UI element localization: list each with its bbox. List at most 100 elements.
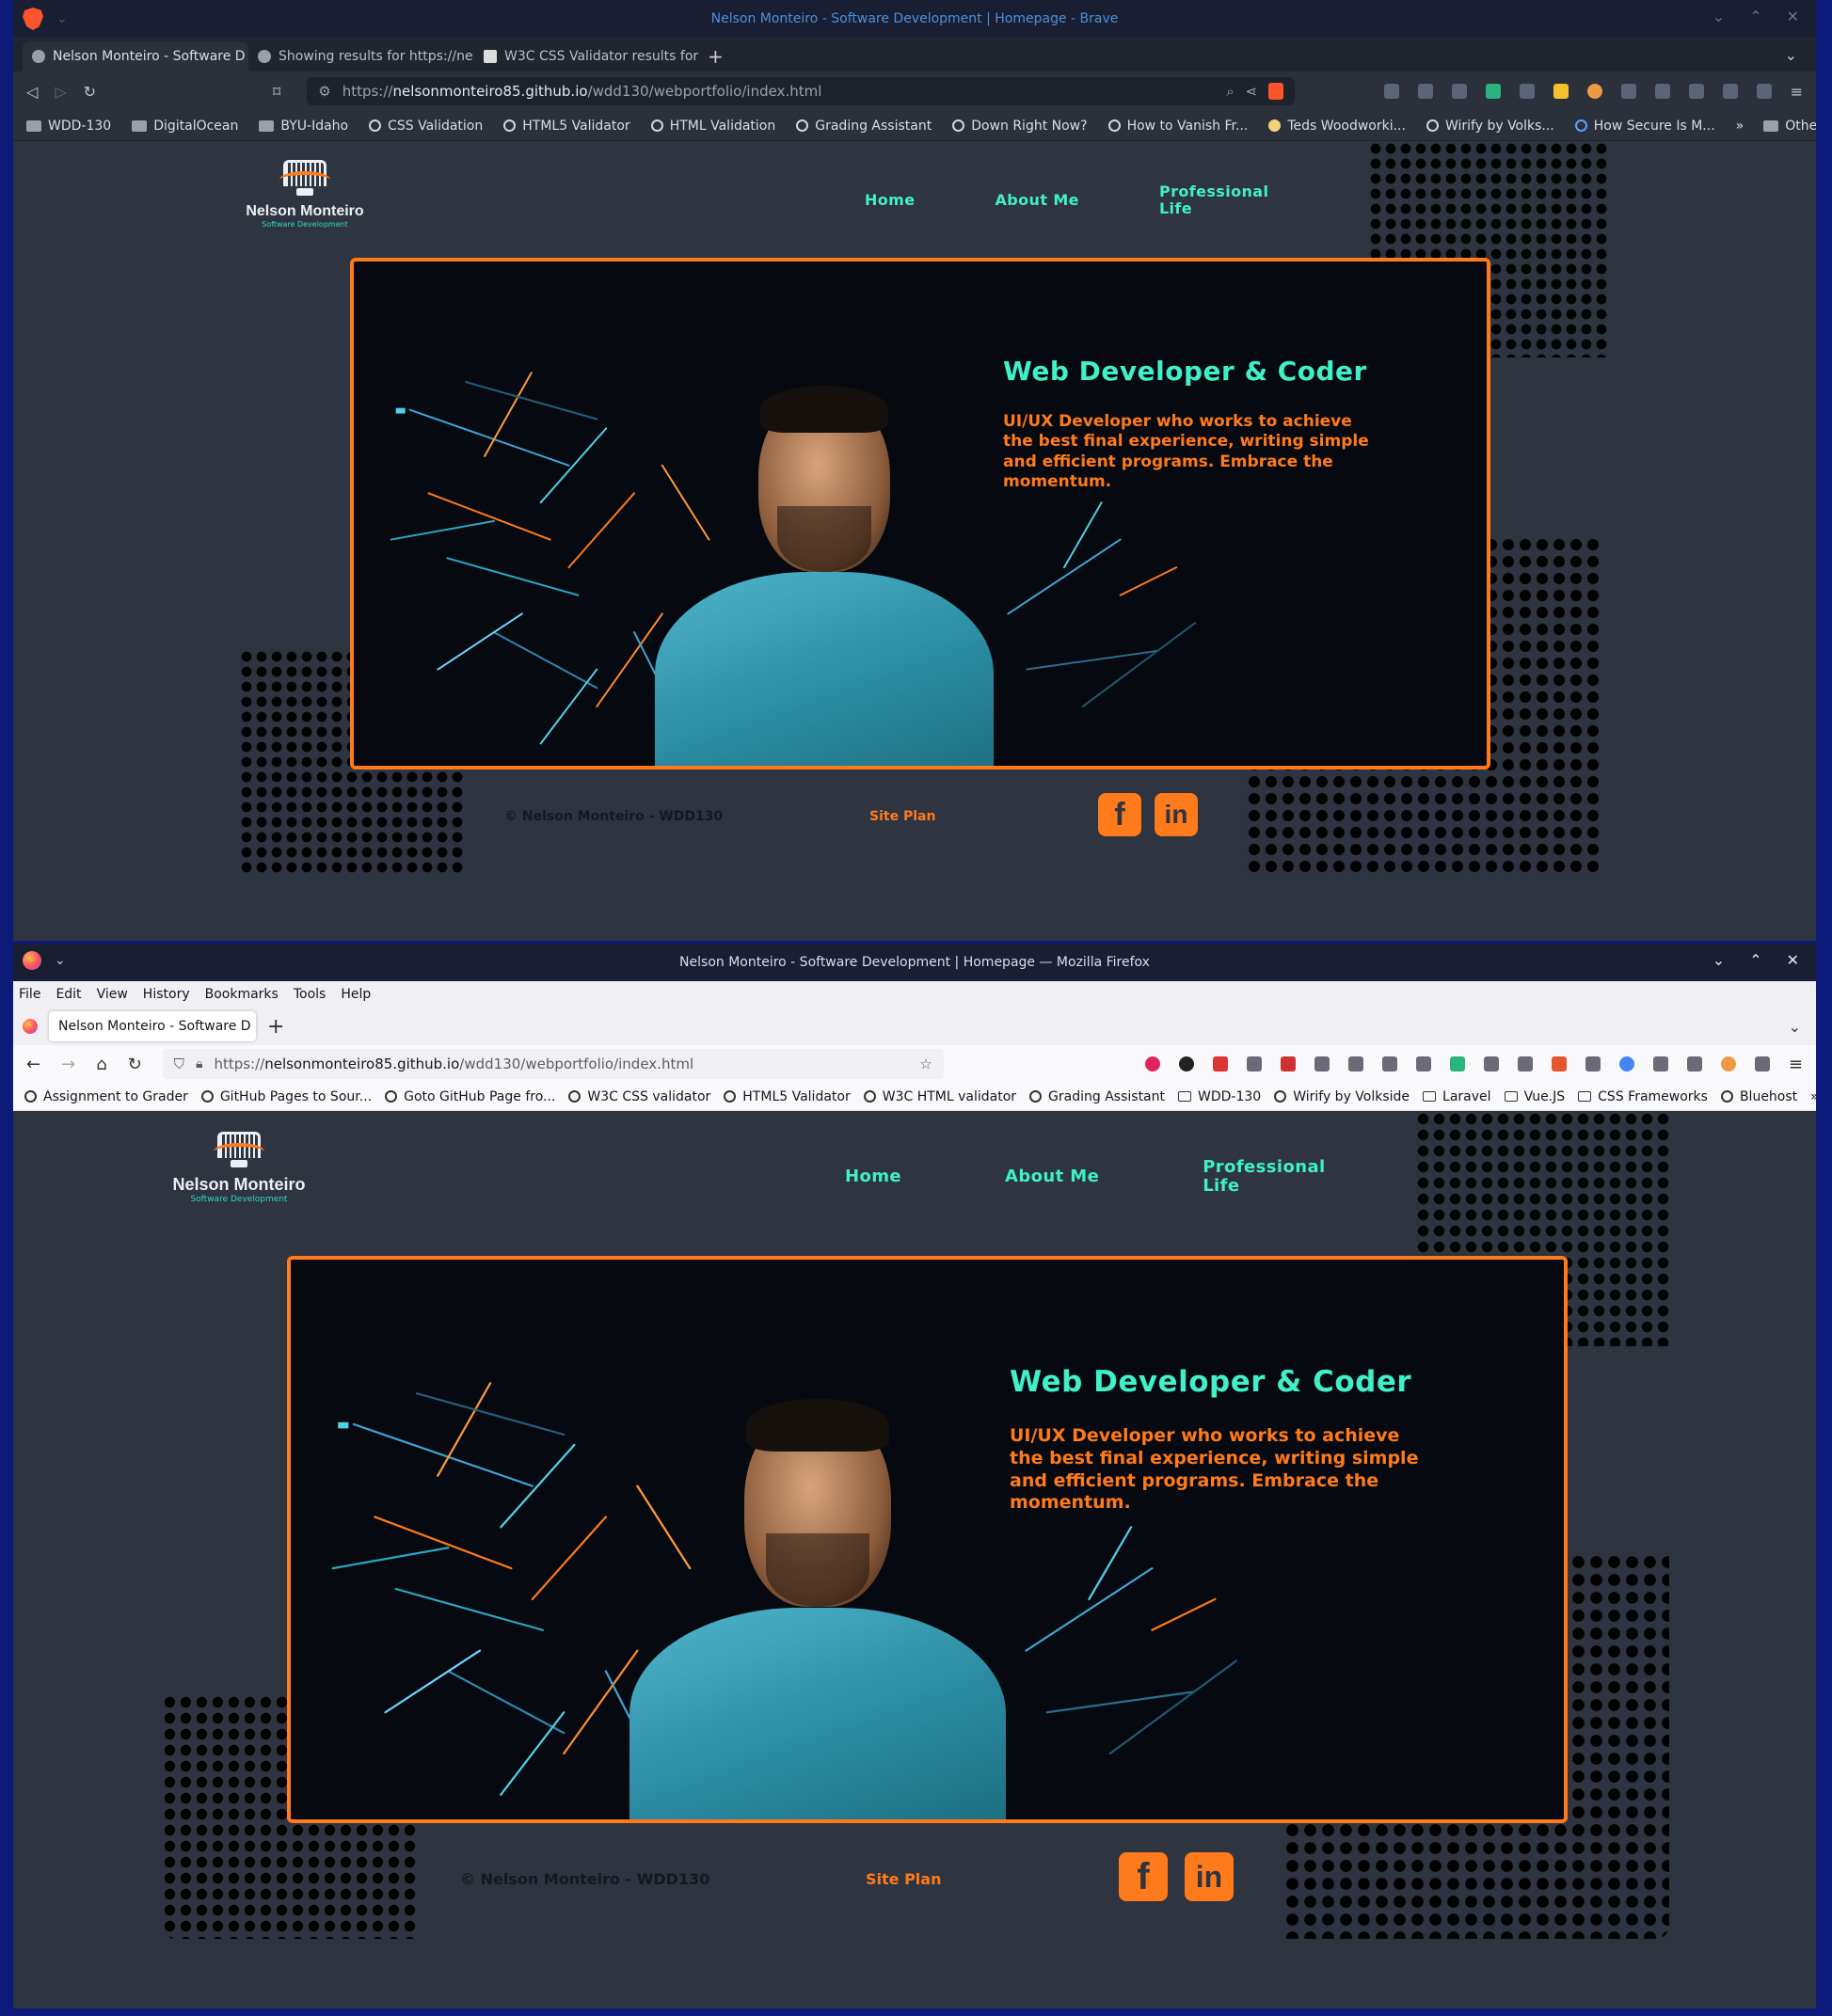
site-plan-link[interactable]: Site Plan [866, 1870, 941, 1888]
facebook-icon[interactable]: f [1119, 1852, 1168, 1901]
extension-icon[interactable] [1586, 84, 1602, 99]
extension-icon[interactable] [1618, 1056, 1634, 1071]
nav-about-me[interactable]: About Me [1005, 1167, 1099, 1186]
bookmark-item[interactable]: Down Right Now? [952, 119, 1088, 134]
menu-file[interactable]: File [19, 987, 40, 1002]
chevron-down-icon[interactable]: ⌄ [1713, 8, 1725, 25]
bookmark-item[interactable]: Bluehost [1720, 1089, 1797, 1104]
zoom-icon[interactable]: ⌕ [1226, 83, 1234, 100]
extension-icon[interactable] [1686, 1056, 1702, 1071]
bookmark-item[interactable]: Laravel [1423, 1089, 1491, 1104]
bookmark-item[interactable]: HTML5 Validator [724, 1089, 851, 1104]
chevron-down-icon[interactable]: ⌄ [1713, 951, 1725, 969]
nav-home[interactable]: Home [845, 1167, 901, 1186]
bookmark-item[interactable]: Grading Assistant [1029, 1089, 1165, 1104]
extension-icon[interactable] [1415, 1056, 1431, 1071]
bookmark-item[interactable]: CSS Frameworks [1578, 1089, 1708, 1104]
share-icon[interactable]: ⋖ [1246, 83, 1258, 100]
shield-icon[interactable]: ⛉ [174, 1056, 184, 1072]
extension-icon[interactable] [1483, 1056, 1499, 1071]
tab-portfolio[interactable]: Nelson Monteiro - Software D ✕ [23, 41, 248, 71]
linkedin-icon[interactable]: in [1155, 793, 1198, 836]
bookmark-item[interactable]: BYU-Idaho [259, 119, 348, 134]
bookmark-item[interactable]: W3C HTML validator [863, 1089, 1016, 1104]
bookmark-item[interactable]: Vue.JS [1504, 1089, 1565, 1104]
bookmark-item[interactable]: DigitalOcean [132, 119, 238, 134]
more-bookmarks-icon[interactable]: » [1810, 1089, 1816, 1104]
menu-history[interactable]: History [143, 987, 190, 1002]
minimize-down-icon[interactable]: ⌄ [56, 11, 68, 26]
address-bar[interactable]: ⛉ 🔒︎ https://nelsonmonteiro85.github.io/… [162, 1049, 944, 1079]
bookmark-item[interactable]: HTML5 Validator [503, 119, 630, 134]
maximize-icon[interactable]: ⌃ [1749, 951, 1761, 969]
nav-about-me[interactable]: About Me [996, 192, 1079, 209]
bookmark-item[interactable]: How to Vanish Fr... [1107, 119, 1248, 134]
new-tab-button[interactable]: + [700, 45, 724, 71]
bookmark-item[interactable]: HTML Validation [650, 119, 775, 134]
site-settings-icon[interactable]: ⚙ [318, 83, 330, 100]
extension-icon[interactable] [1449, 1056, 1465, 1071]
extension-icon[interactable] [1585, 1056, 1601, 1071]
back-icon[interactable]: ← [26, 1055, 40, 1074]
menu-help[interactable]: Help [341, 987, 371, 1002]
extension-icon[interactable] [1551, 1056, 1567, 1071]
extensions-puzzle-icon[interactable] [1722, 84, 1738, 99]
extension-icon[interactable] [1654, 84, 1670, 99]
extension-icon[interactable] [1553, 84, 1569, 99]
forward-icon[interactable]: → [61, 1055, 75, 1074]
menu-view[interactable]: View [97, 987, 128, 1002]
extension-icon[interactable] [1178, 1056, 1194, 1071]
home-icon[interactable]: ⌂ [96, 1055, 106, 1074]
bookmark-item[interactable]: Wirify by Volkside [1274, 1089, 1410, 1104]
reload-icon[interactable]: ↻ [84, 83, 96, 101]
extension-icon[interactable] [1517, 1056, 1533, 1071]
tab-portfolio[interactable]: Nelson Monteiro - Software D ✕ [49, 1011, 256, 1041]
address-bar[interactable]: ⚙ https://nelsonmonteiro85.github.io/wdd… [307, 77, 1296, 105]
extension-icon[interactable] [1688, 84, 1704, 99]
menu-tools[interactable]: Tools [294, 987, 327, 1002]
other-bookmarks[interactable]: » Other bookmarks [1736, 119, 1816, 134]
tab-list-chevron-icon[interactable]: ⌄ [1789, 1018, 1801, 1036]
extension-icon[interactable] [1381, 1056, 1397, 1071]
extension-icon[interactable] [1652, 1056, 1668, 1071]
brand-logo[interactable]: Nelson Monteiro Software Development [244, 160, 366, 229]
star-icon[interactable]: ☆ [919, 1056, 932, 1072]
reload-icon[interactable]: ↻ [128, 1055, 142, 1074]
extension-icon[interactable] [1620, 84, 1636, 99]
firefox-view-icon[interactable] [23, 1019, 38, 1034]
bookmark-item[interactable]: Assignment to Grader [24, 1089, 188, 1104]
site-plan-link[interactable]: Site Plan [869, 809, 935, 824]
extension-icon[interactable] [1347, 1056, 1363, 1071]
extension-icon[interactable] [1212, 1056, 1228, 1071]
extension-icon[interactable] [1485, 84, 1501, 99]
new-tab-button[interactable]: + [267, 1015, 284, 1039]
menu-bookmarks[interactable]: Bookmarks [205, 987, 279, 1002]
menu-edit[interactable]: Edit [56, 987, 81, 1002]
minimize-down-icon[interactable]: ⌄ [55, 953, 66, 968]
close-icon[interactable]: ✕ [1787, 8, 1799, 25]
bookmark-icon[interactable]: ⌑ [273, 83, 280, 101]
extension-icon[interactable] [1720, 1056, 1736, 1071]
bookmark-item[interactable]: WDD-130 [26, 119, 111, 134]
bookmark-item[interactable]: Wirify by Volks... [1426, 119, 1554, 134]
bookmark-item[interactable]: Teds Woodworki... [1268, 119, 1406, 134]
brand-logo[interactable]: Nelson Monteiro Software Development [168, 1132, 310, 1204]
nav-home[interactable]: Home [865, 192, 916, 209]
back-icon[interactable]: ◁ [26, 83, 38, 101]
sidebar-icon[interactable] [1756, 84, 1772, 99]
menu-icon[interactable]: ≡ [1789, 1055, 1803, 1074]
menu-icon[interactable]: ≡ [1791, 83, 1803, 101]
extension-icon[interactable] [1280, 1056, 1296, 1071]
extension-icon[interactable] [1314, 1056, 1330, 1071]
extension-icon[interactable] [1451, 84, 1467, 99]
brave-shields-icon[interactable] [1268, 83, 1284, 100]
pocket-icon[interactable] [1144, 1056, 1160, 1071]
close-icon[interactable]: ✕ [1787, 951, 1799, 969]
forward-icon[interactable]: ▷ [55, 83, 66, 101]
nav-professional-life[interactable]: Professional Life [1159, 183, 1268, 216]
bookmark-item[interactable]: W3C CSS validator [568, 1089, 710, 1104]
bookmark-item[interactable]: How Secure Is M... [1574, 119, 1715, 134]
tab-list-chevron-icon[interactable]: ⌄ [1785, 46, 1797, 71]
bookmark-item[interactable]: Grading Assistant [796, 119, 932, 134]
extension-icon[interactable] [1417, 84, 1433, 99]
